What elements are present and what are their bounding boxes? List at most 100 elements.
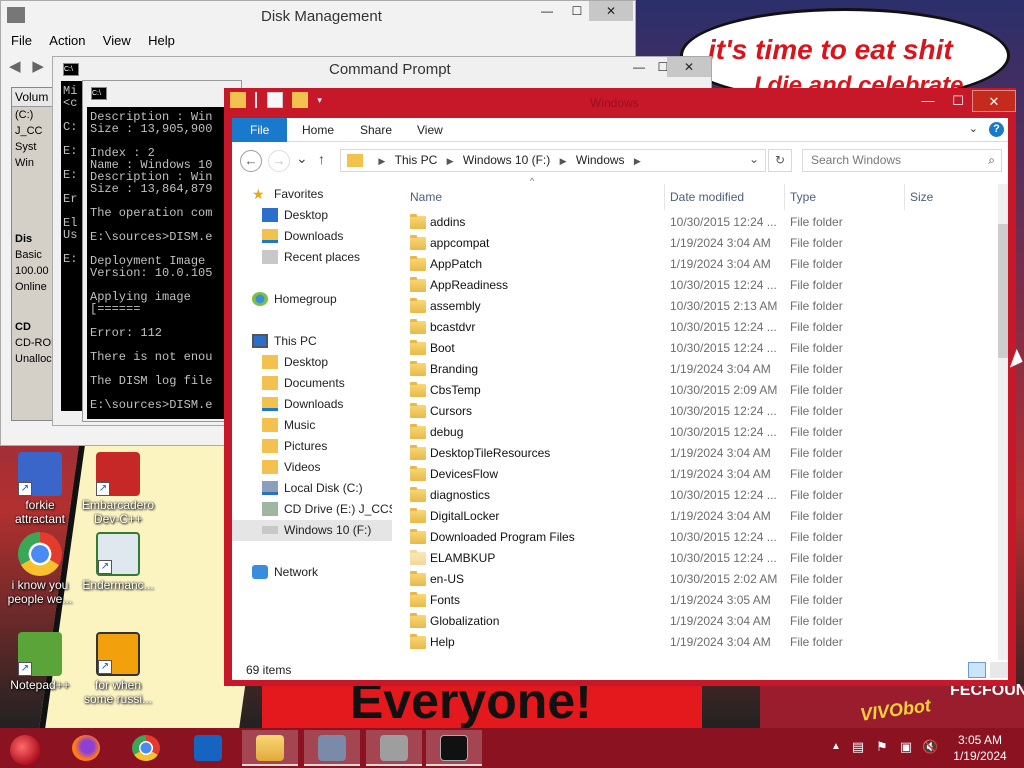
column-header-name[interactable]: Name: [410, 184, 442, 210]
new-folder-icon[interactable]: [292, 92, 309, 108]
table-row[interactable]: Help 1/19/2024 3:04 AM File folder: [402, 632, 982, 653]
desktop-icon-notepadpp[interactable]: ↗ Notepad++: [2, 632, 78, 692]
minimize-button[interactable]: —: [914, 90, 942, 112]
taskbar-control-panel[interactable]: [304, 730, 360, 766]
breadcrumb-drive[interactable]: Windows 10 (F:): [463, 150, 550, 171]
table-row[interactable]: Branding 1/19/2024 3:04 AM File folder: [402, 359, 982, 380]
taskbar-disk-management[interactable]: [366, 730, 422, 766]
nav-pc-windows10-drive[interactable]: Windows 10 (F:): [232, 520, 392, 541]
desktop-icon-devcpp[interactable]: ↗ Embarcadero Dev-C++: [80, 452, 156, 526]
table-row[interactable]: addins 10/30/2015 12:24 ... File folder: [402, 212, 982, 233]
column-header-type[interactable]: Type: [790, 184, 816, 210]
close-button[interactable]: ✕: [589, 1, 633, 21]
menu-help[interactable]: Help: [148, 33, 175, 48]
expand-ribbon-chevron-icon[interactable]: ⌄: [969, 123, 978, 135]
refresh-button[interactable]: ↻: [768, 149, 792, 172]
table-row[interactable]: Boot 10/30/2015 12:24 ... File folder: [402, 338, 982, 359]
table-row[interactable]: appcompat 1/19/2024 3:04 AM File folder: [402, 233, 982, 254]
nav-pc-music[interactable]: Music: [262, 415, 315, 436]
back-button[interactable]: ←: [240, 150, 262, 172]
table-row[interactable]: assembly 10/30/2015 2:13 AM File folder: [402, 296, 982, 317]
tab-share[interactable]: Share: [346, 118, 406, 142]
taskbar-chrome[interactable]: [118, 730, 174, 766]
address-dropdown-chevron-icon[interactable]: ⌄: [749, 152, 759, 166]
column-header-volume[interactable]: Volum: [12, 88, 54, 107]
desktop-icon-forkie[interactable]: ↗ forkie attractant: [2, 452, 78, 526]
nav-fav-downloads[interactable]: Downloads: [262, 226, 343, 247]
nav-pc-local-disk[interactable]: Local Disk (C:): [262, 478, 363, 499]
address-bar[interactable]: ▶ This PC ▶ Windows 10 (F:) ▶ Windows ▶ …: [340, 149, 766, 172]
back-arrow-icon[interactable]: ◀: [9, 57, 29, 75]
maximize-button[interactable]: ☐: [944, 90, 972, 112]
nav-fav-recent-places[interactable]: Recent places: [262, 247, 360, 268]
desktop-icon-russian[interactable]: ↗ for when some russi...: [80, 632, 156, 706]
tab-home[interactable]: Home: [288, 118, 348, 142]
network-tray-icon[interactable]: ▤: [850, 740, 866, 754]
nav-pc-cd-drive[interactable]: CD Drive (E:) J_CCSA: [262, 499, 392, 520]
help-icon[interactable]: ?: [989, 122, 1004, 137]
nav-pc-pictures[interactable]: Pictures: [262, 436, 327, 457]
tab-view[interactable]: View: [403, 118, 457, 142]
tab-file[interactable]: File: [232, 118, 288, 142]
table-row[interactable]: DevicesFlow 1/19/2024 3:04 AM File folder: [402, 464, 982, 485]
table-row[interactable]: en-US 10/30/2015 2:02 AM File folder: [402, 569, 982, 590]
customize-toolbar-chevron-icon[interactable]: ▾: [317, 95, 322, 105]
taskbar-outlook[interactable]: [180, 730, 236, 766]
close-button[interactable]: ✕: [667, 57, 711, 77]
close-button[interactable]: ✕: [972, 90, 1016, 112]
table-row[interactable]: Globalization 1/19/2024 3:04 AM File folde…: [402, 611, 982, 632]
nav-this-pc[interactable]: This PC: [252, 331, 317, 352]
nav-pc-videos[interactable]: Videos: [262, 457, 320, 478]
console-output[interactable]: Description : Win Size : 13,905,900 Inde…: [87, 107, 239, 419]
nav-network[interactable]: Network: [252, 562, 318, 583]
table-row[interactable]: Downloaded Program Files 10/30/2015 12:24…: [402, 527, 982, 548]
desktop-icon-chrome-shortcut[interactable]: i know you people we...: [2, 532, 78, 606]
details-view-button[interactable]: [968, 662, 986, 678]
volume-muted-icon[interactable]: 🔇: [922, 740, 938, 754]
vertical-scrollbar[interactable]: [998, 184, 1008, 660]
menu-file[interactable]: File: [11, 33, 32, 48]
minimize-button[interactable]: —: [533, 1, 561, 21]
taskbar-file-explorer[interactable]: [242, 730, 298, 766]
table-row[interactable]: bcastdvr 10/30/2015 12:24 ... File folder: [402, 317, 982, 338]
table-row[interactable]: AppReadiness 10/30/2015 12:24 ... File fol…: [402, 275, 982, 296]
table-row[interactable]: DigitalLocker 1/19/2024 3:04 AM File folde…: [402, 506, 982, 527]
table-row[interactable]: Fonts 1/19/2024 3:05 AM File folder: [402, 590, 982, 611]
table-row[interactable]: DesktopTileResources 1/19/2024 3:04 AM Fil…: [402, 443, 982, 464]
forward-button[interactable]: →: [268, 150, 290, 172]
volume-item[interactable]: (C:): [12, 107, 54, 123]
nav-fav-desktop[interactable]: Desktop: [262, 205, 328, 226]
search-input[interactable]: Search Windows ⌕: [802, 149, 1002, 172]
menu-view[interactable]: View: [103, 33, 131, 48]
table-row[interactable]: Cursors 10/30/2015 12:24 ... File folder: [402, 401, 982, 422]
nav-favorites[interactable]: ★ Favorites: [252, 184, 323, 205]
breadcrumb-this-pc[interactable]: This PC: [395, 150, 438, 171]
large-icons-view-button[interactable]: [990, 662, 1008, 678]
breadcrumb-windows[interactable]: Windows: [576, 150, 625, 171]
table-row[interactable]: CbsTemp 10/30/2015 2:09 AM File folder: [402, 380, 982, 401]
nav-pc-downloads[interactable]: Downloads: [262, 394, 343, 415]
forward-arrow-icon[interactable]: ▶: [32, 57, 52, 75]
taskbar-command-prompt[interactable]: [426, 730, 482, 766]
table-row[interactable]: AppPatch 1/19/2024 3:04 AM File folder: [402, 254, 982, 275]
recent-locations-chevron-icon[interactable]: ⌄: [296, 150, 308, 167]
nav-pc-desktop[interactable]: Desktop: [262, 352, 328, 373]
clock[interactable]: 3:05 AM 1/19/2024: [946, 732, 1014, 764]
volume-item[interactable]: J_CC: [12, 123, 54, 139]
power-icon[interactable]: ▣: [898, 740, 914, 754]
menu-action[interactable]: Action: [49, 33, 85, 48]
column-header-date-modified[interactable]: Date modified: [670, 184, 744, 210]
taskbar-firefox[interactable]: [58, 730, 114, 766]
maximize-button[interactable]: ☐: [563, 1, 591, 21]
table-row[interactable]: debug 10/30/2015 12:24 ... File folder: [402, 422, 982, 443]
volume-item[interactable]: Syst: [12, 139, 54, 155]
show-hidden-icons-chevron-icon[interactable]: ▲: [828, 740, 844, 754]
properties-icon[interactable]: [266, 92, 283, 108]
action-center-flag-icon[interactable]: ⚑: [874, 740, 890, 754]
nav-homegroup[interactable]: Homegroup: [252, 289, 337, 310]
up-arrow-icon[interactable]: ↑: [318, 151, 325, 167]
nav-pc-documents[interactable]: Documents: [262, 373, 345, 394]
desktop-icon-endermanch[interactable]: ↗ Endermanc...: [80, 532, 156, 592]
table-row[interactable]: diagnostics 10/30/2015 12:24 ... File fold…: [402, 485, 982, 506]
console-output[interactable]: Mi <c C: E: E: Er El Us E:: [61, 81, 83, 411]
